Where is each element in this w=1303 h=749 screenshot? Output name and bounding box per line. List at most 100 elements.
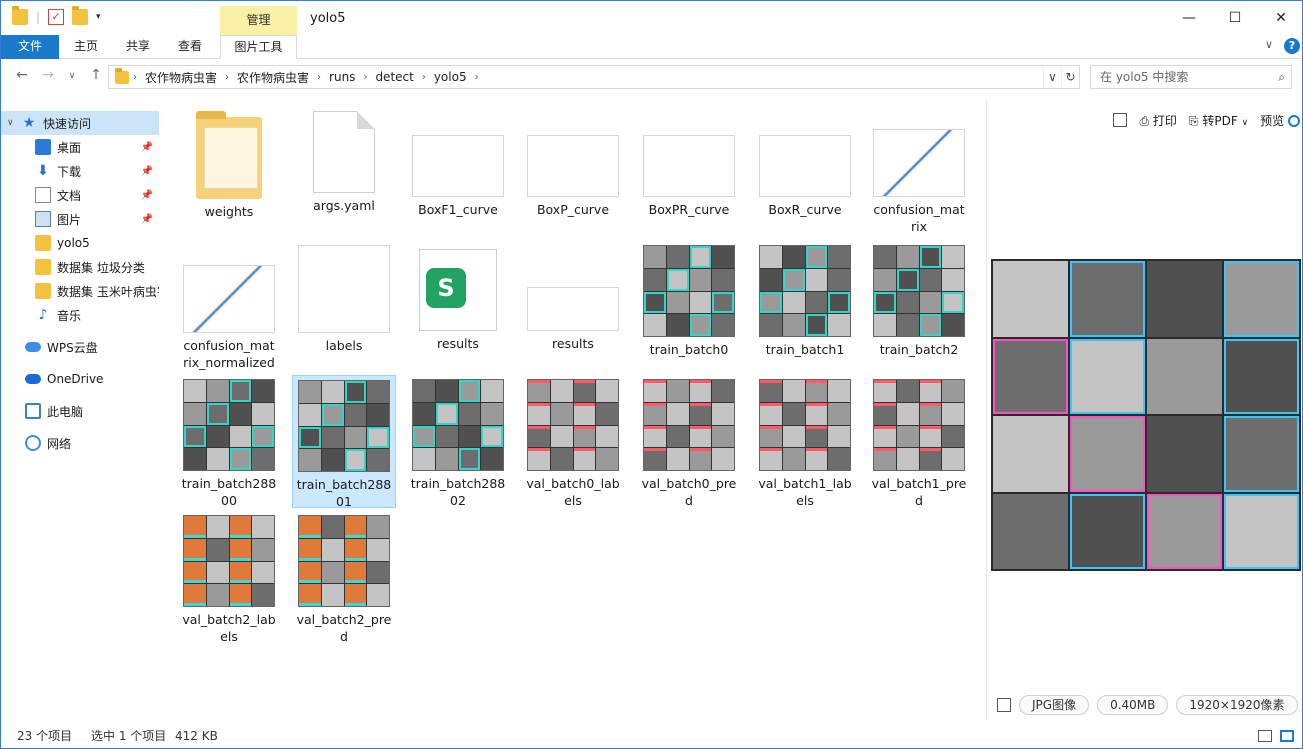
sidebar-item-pictures[interactable]: 图片 📌 [1, 207, 159, 231]
file-item[interactable]: BoxR_curve [757, 111, 853, 218]
minimize-button[interactable]: — [1166, 5, 1212, 31]
tab-share[interactable]: 共享 [115, 35, 161, 59]
chevron-down-icon[interactable]: ∨ [1242, 118, 1249, 128]
sidebar-item-documents[interactable]: 文档 📌 [1, 183, 159, 207]
sidebar-item-corn-dataset[interactable]: 数据集 玉米叶病虫害 [1, 279, 159, 303]
close-button[interactable]: ✕ [1258, 5, 1303, 31]
chevron-down-icon[interactable]: ∨ [7, 118, 14, 128]
file-item[interactable]: S results [410, 245, 506, 352]
file-item[interactable]: train_batch28802 [410, 379, 506, 509]
file-item[interactable]: results [525, 245, 621, 352]
preview-button[interactable]: 预览 [1260, 112, 1300, 129]
file-item[interactable]: BoxF1_curve [410, 111, 506, 218]
file-item[interactable]: args.yaml [296, 111, 392, 214]
maximize-button[interactable]: ☐ [1212, 5, 1258, 31]
print-label: 打印 [1152, 113, 1177, 128]
address-row: ← → ∨ ↑ › 农作物病虫害 › 农作物病虫害 › runs › detec… [1, 63, 1302, 91]
image-thumbnail [643, 245, 735, 337]
folder-icon [35, 235, 51, 251]
file-item[interactable]: val_batch0_pred [641, 379, 737, 509]
file-item[interactable]: train_batch1 [757, 245, 853, 358]
ribbon-collapse-icon[interactable]: ∨ [1265, 38, 1273, 51]
info-page-icon[interactable] [997, 698, 1011, 712]
file-item[interactable]: val_batch0_labels [525, 379, 621, 509]
window-title: yolo5 [310, 11, 346, 26]
file-item[interactable]: confusion_matrix_normalized [181, 245, 277, 371]
file-name: val_batch0_labels [526, 476, 620, 508]
file-item[interactable]: val_batch2_pred [296, 515, 392, 645]
selection-count: 选中 1 个项目 [91, 729, 167, 743]
file-item-selected[interactable]: train_batch28801 [292, 375, 396, 509]
file-item[interactable]: weights [181, 111, 277, 220]
tab-home[interactable]: 主页 [63, 35, 109, 59]
file-name: train_batch0 [649, 342, 729, 357]
file-name: args.yaml [313, 198, 375, 213]
details-view-icon[interactable] [1258, 730, 1272, 742]
sidebar-item-music[interactable]: ♪ 音乐 [1, 303, 159, 327]
print-button[interactable]: ⎙ 打印 [1139, 112, 1176, 129]
file-item[interactable]: BoxPR_curve [641, 111, 737, 218]
sidebar-item-quick-access[interactable]: ∨ ★ 快速访问 [1, 111, 159, 135]
tab-file[interactable]: 文件 [1, 35, 59, 59]
customize-dropdown-icon[interactable]: ▾ [96, 12, 101, 22]
file-item[interactable]: train_batch2 [871, 245, 967, 358]
file-item[interactable]: val_batch2_labels [181, 515, 277, 645]
sidebar-item-onedrive[interactable]: OneDrive [1, 367, 159, 391]
file-item[interactable]: train_batch0 [641, 245, 737, 358]
image-thumbnail [759, 379, 851, 471]
up-arrow-icon[interactable]: ↑ [86, 67, 106, 83]
sidebar-item-garbage-dataset[interactable]: 数据集 垃圾分类 [1, 255, 159, 279]
page-icon[interactable] [1113, 113, 1128, 127]
large-icons-view-icon[interactable] [1280, 730, 1294, 742]
sidebar-item-network[interactable]: 网络 [1, 431, 159, 455]
sidebar-item-label: 音乐 [57, 308, 82, 323]
image-thumbnail [873, 245, 965, 337]
breadcrumb-item[interactable]: yolo5 [434, 70, 467, 84]
breadcrumb-item[interactable]: runs [329, 70, 355, 84]
new-folder-icon[interactable] [72, 6, 89, 25]
file-item[interactable]: BoxP_curve [525, 111, 621, 218]
folder-icon [196, 111, 262, 199]
help-icon[interactable]: ? [1284, 38, 1300, 54]
tab-picture-tools[interactable]: 图片工具 [220, 35, 297, 59]
file-item[interactable]: val_batch1_pred [871, 379, 967, 509]
folder-icon[interactable] [12, 6, 28, 25]
to-pdf-button[interactable]: ⎘ 转PDF ∨ [1189, 112, 1248, 129]
refresh-icon[interactable]: ↻ [1061, 66, 1079, 88]
file-item[interactable]: val_batch1_labels [757, 379, 853, 509]
desktop-icon [35, 139, 51, 155]
tab-view[interactable]: 查看 [167, 35, 213, 59]
sidebar-item-wps-cloud[interactable]: WPS云盘 [1, 335, 159, 359]
breadcrumb-item[interactable]: 农作物病虫害 [145, 69, 217, 86]
sidebar-item-desktop[interactable]: 桌面 📌 [1, 135, 159, 159]
back-arrow-icon[interactable]: ← [12, 67, 32, 83]
sidebar-item-yolo5[interactable]: yolo5 [1, 231, 159, 255]
image-dimensions-badge: 1920×1920像素 [1176, 695, 1298, 715]
network-icon [25, 435, 41, 451]
folder-icon [115, 67, 129, 84]
sidebar-item-downloads[interactable]: ⬇ 下载 📌 [1, 159, 159, 183]
file-name: confusion_matrix [873, 202, 965, 234]
breadcrumb-item[interactable]: 农作物病虫害 [237, 69, 309, 86]
image-thumbnail [183, 265, 275, 333]
forward-arrow-icon[interactable]: → [38, 67, 58, 83]
image-thumbnail [873, 379, 965, 471]
properties-icon[interactable]: ✓ [48, 9, 65, 25]
breadcrumb-item[interactable]: detect [375, 70, 413, 84]
pictures-icon [35, 211, 51, 227]
file-name: BoxR_curve [768, 202, 842, 217]
sidebar-item-this-pc[interactable]: 此电脑 [1, 399, 159, 423]
sidebar-item-label: 下载 [57, 164, 82, 179]
recent-dropdown-icon[interactable]: ∨ [62, 71, 82, 81]
manage-context-tab[interactable]: 管理 [220, 6, 297, 35]
star-icon: ★ [22, 115, 36, 131]
file-item[interactable]: labels [296, 245, 392, 354]
image-thumbnail [759, 245, 851, 337]
file-item[interactable]: confusion_matrix [871, 111, 967, 235]
address-bar[interactable]: › 农作物病虫害 › 农作物病虫害 › runs › detect › yolo… [108, 65, 1080, 89]
search-input[interactable]: 在 yolo5 中搜索 ⌕ [1090, 65, 1292, 89]
file-name: BoxP_curve [536, 202, 610, 217]
file-item[interactable]: train_batch28800 [181, 379, 277, 509]
pdf-icon: ⎘ [1188, 113, 1203, 128]
address-dropdown-icon[interactable]: ∨ [1043, 66, 1061, 88]
